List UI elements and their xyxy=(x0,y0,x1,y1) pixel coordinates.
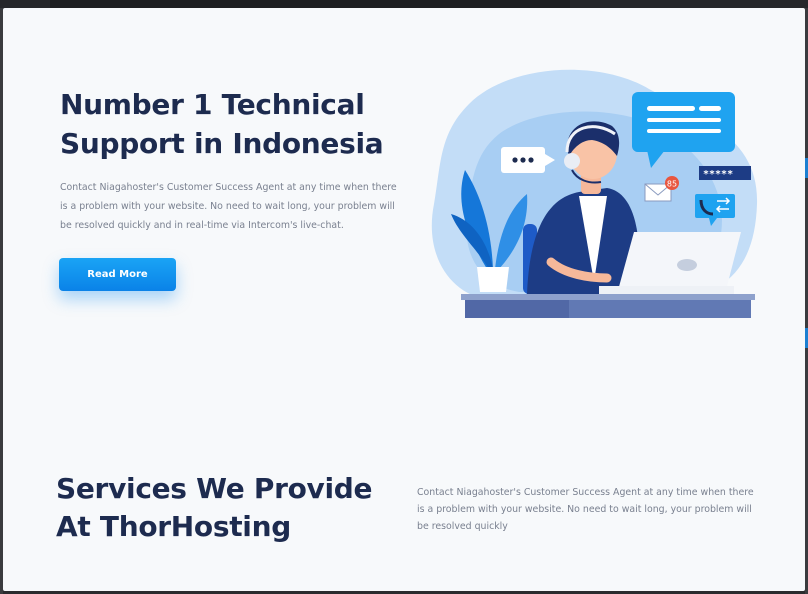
services-description: Contact Niagahoster's Customer Success A… xyxy=(417,487,754,532)
browser-top-strip xyxy=(0,0,808,8)
browser-top-segment xyxy=(50,0,570,8)
password-field-icon: ***** xyxy=(699,166,751,180)
services-title: Services We Provide At ThorHosting xyxy=(56,472,373,543)
hero-description: Contact Niagahoster's Customer Success A… xyxy=(60,182,397,231)
support-agent-illustration: 85 ***** xyxy=(431,69,758,318)
desk-top xyxy=(461,294,755,300)
hero-title: Number 1 Technical Support in Indonesia xyxy=(60,88,384,160)
desk-front-shade xyxy=(465,300,569,318)
read-more-button[interactable]: Read More xyxy=(59,258,176,291)
password-mask: ***** xyxy=(703,169,733,180)
notification-count: 85 xyxy=(667,180,677,189)
page-content: Number 1 Technical Support in Indonesia … xyxy=(3,8,805,591)
